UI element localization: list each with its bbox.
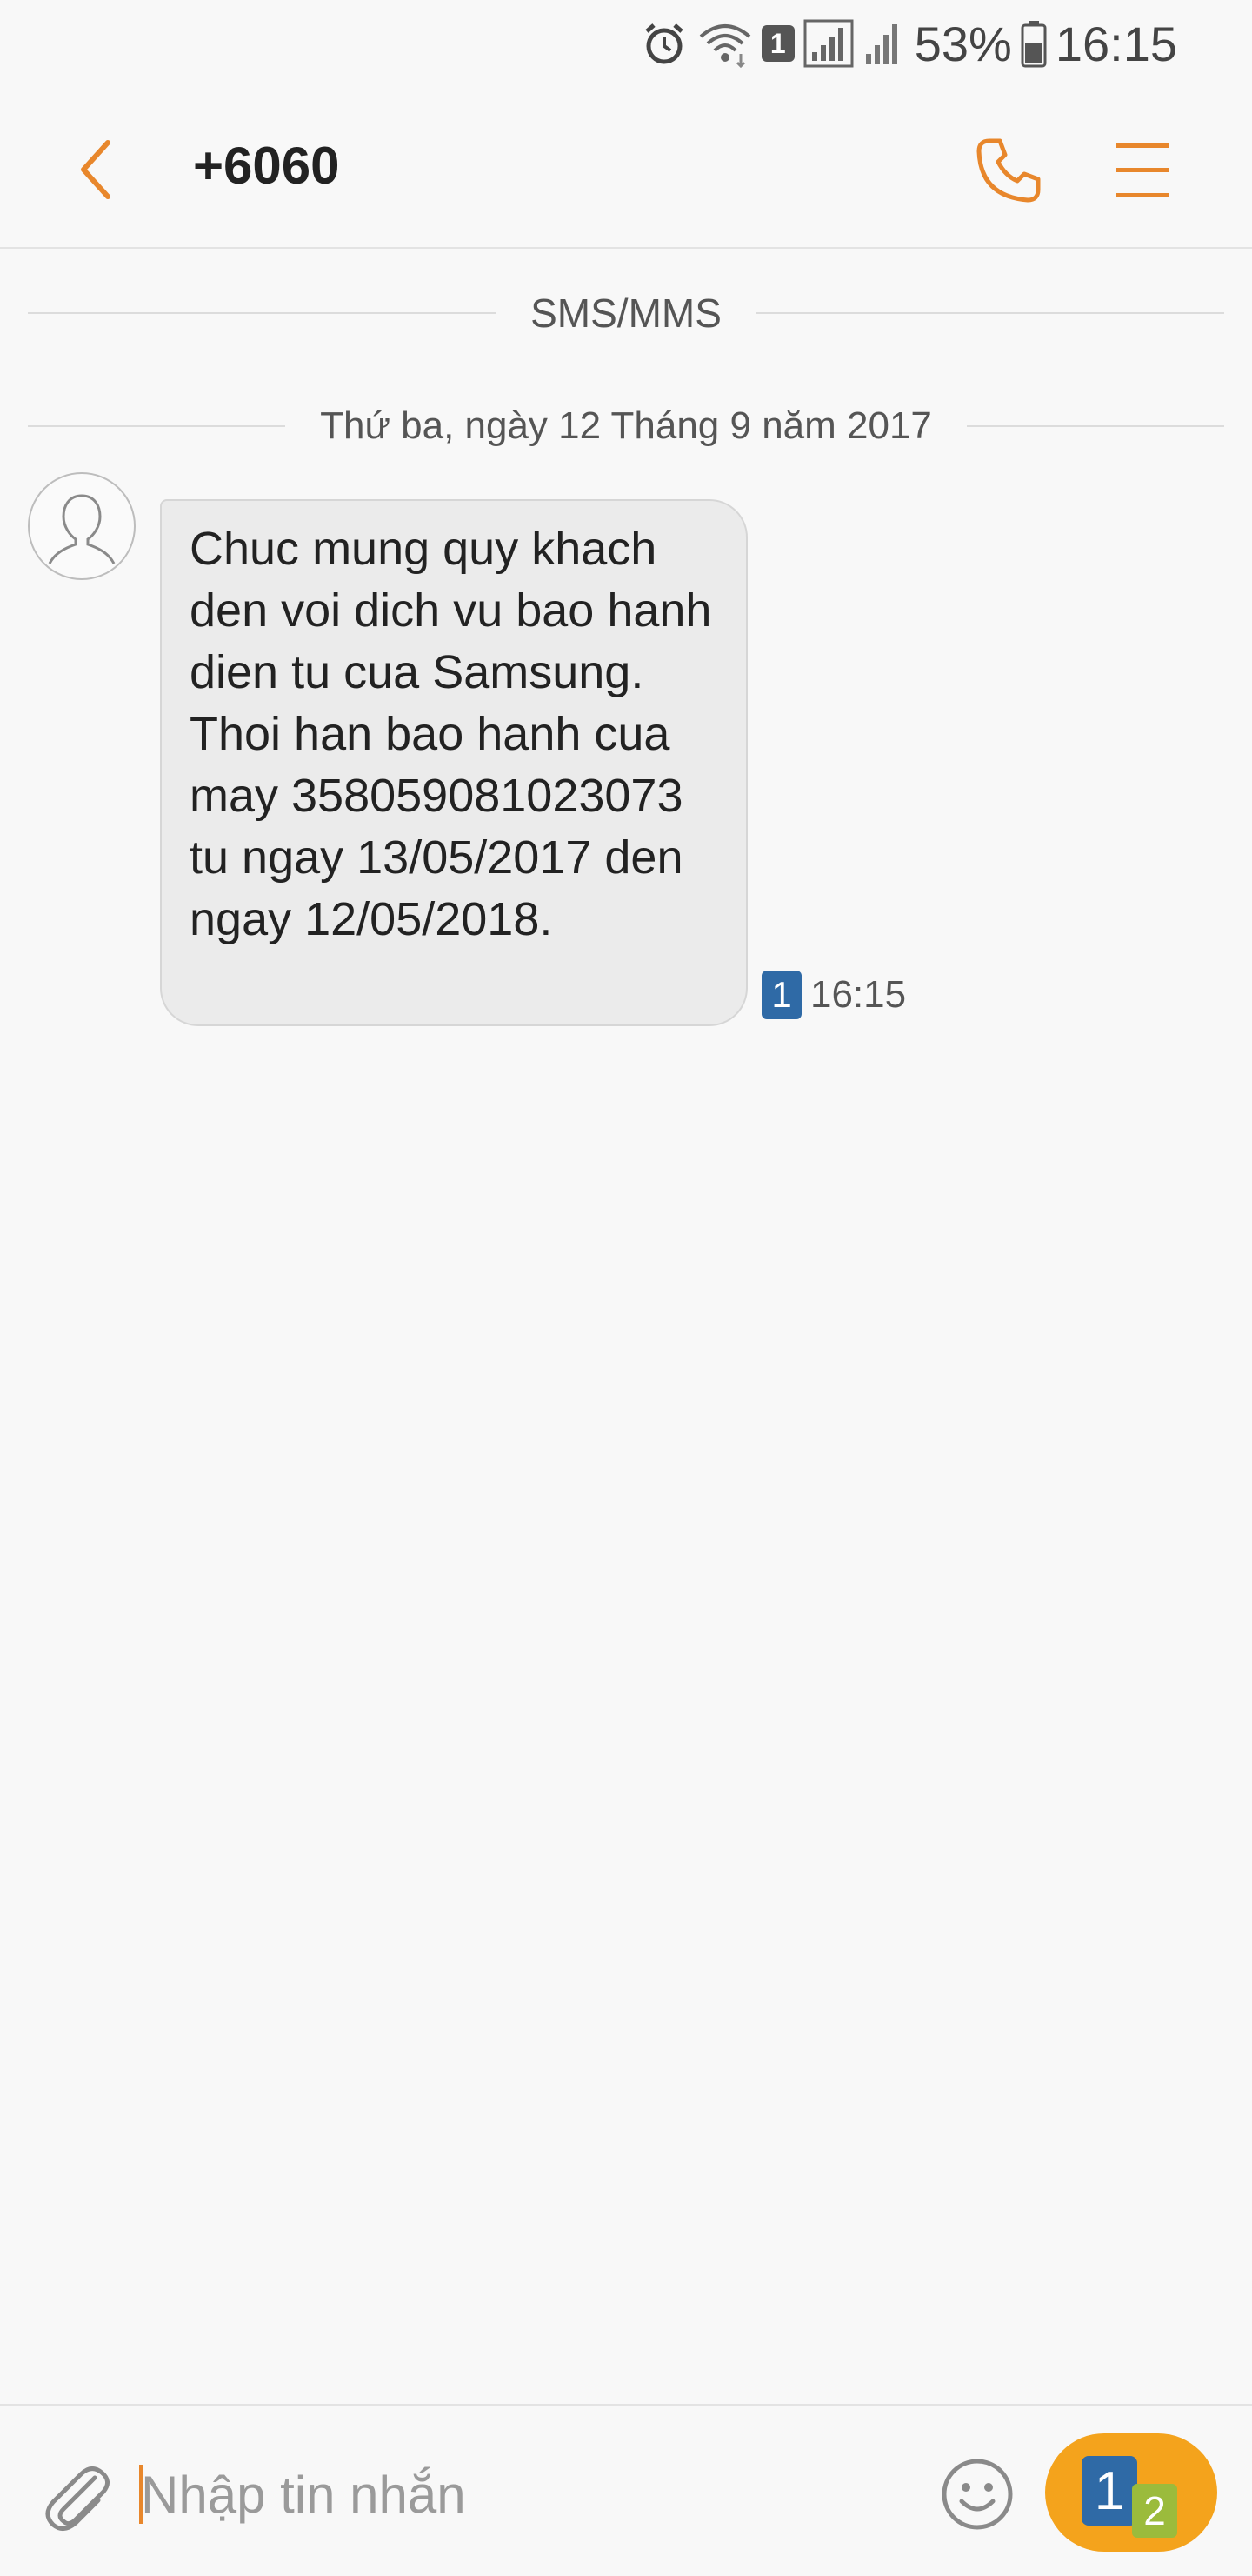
alarm-icon [640, 19, 689, 68]
send-button[interactable]: 1 2 [1045, 2433, 1217, 2552]
divider-line [28, 312, 496, 314]
message-bubble[interactable]: Chuc mung quy khach den voi dich vu bao … [160, 499, 748, 1026]
sim1-icon: 1 [1082, 2456, 1137, 2526]
chevron-left-icon [81, 140, 110, 199]
contact-title: +6060 [193, 137, 340, 195]
phone-icon [976, 138, 1041, 203]
emoji-button[interactable] [934, 2451, 1021, 2538]
menu-icon [1116, 143, 1169, 197]
message-input[interactable] [139, 2446, 908, 2543]
divider-line [756, 312, 1224, 314]
status-time: 16:15 [1055, 16, 1177, 71]
date-divider: Thứ ba, ngày 12 Tháng 9 năm 2017 [28, 400, 1224, 452]
status-bar: 1 53% 16:15 [0, 0, 1252, 87]
sim-icon: 1 [761, 25, 795, 62]
divider-line [966, 425, 1224, 427]
message-meta: 1 16:15 [762, 971, 906, 1019]
message-time: 16:15 [810, 973, 907, 1016]
status-icons: 1 53% 16:15 [640, 16, 1177, 71]
signal-icon [803, 19, 854, 68]
battery-percent: 53% [914, 16, 1012, 71]
sim-badge-icon: 1 [762, 971, 802, 1019]
channel-label: SMS/MMS [530, 290, 722, 336]
menu-button[interactable] [1099, 127, 1186, 214]
wifi-icon [697, 19, 753, 68]
back-button[interactable] [61, 130, 130, 209]
call-button[interactable] [965, 127, 1052, 214]
channel-divider: SMS/MMS [28, 287, 1224, 339]
paperclip-icon [45, 2466, 110, 2531]
message-text: Chuc mung quy khach den voi dich vu bao … [190, 523, 712, 945]
contact-avatar[interactable] [28, 472, 136, 580]
person-icon [48, 494, 116, 564]
battery-icon [1021, 19, 1047, 68]
conversation-header: +6060 [0, 87, 1252, 249]
attach-button[interactable] [35, 2453, 122, 2539]
smiley-icon [942, 2459, 1013, 2530]
message-composer: 1 2 [0, 2404, 1252, 2576]
divider-line [28, 425, 286, 427]
date-label: Thứ ba, ngày 12 Tháng 9 năm 2017 [320, 404, 932, 447]
signal-icon [862, 19, 906, 68]
sim2-icon: 2 [1132, 2484, 1177, 2538]
